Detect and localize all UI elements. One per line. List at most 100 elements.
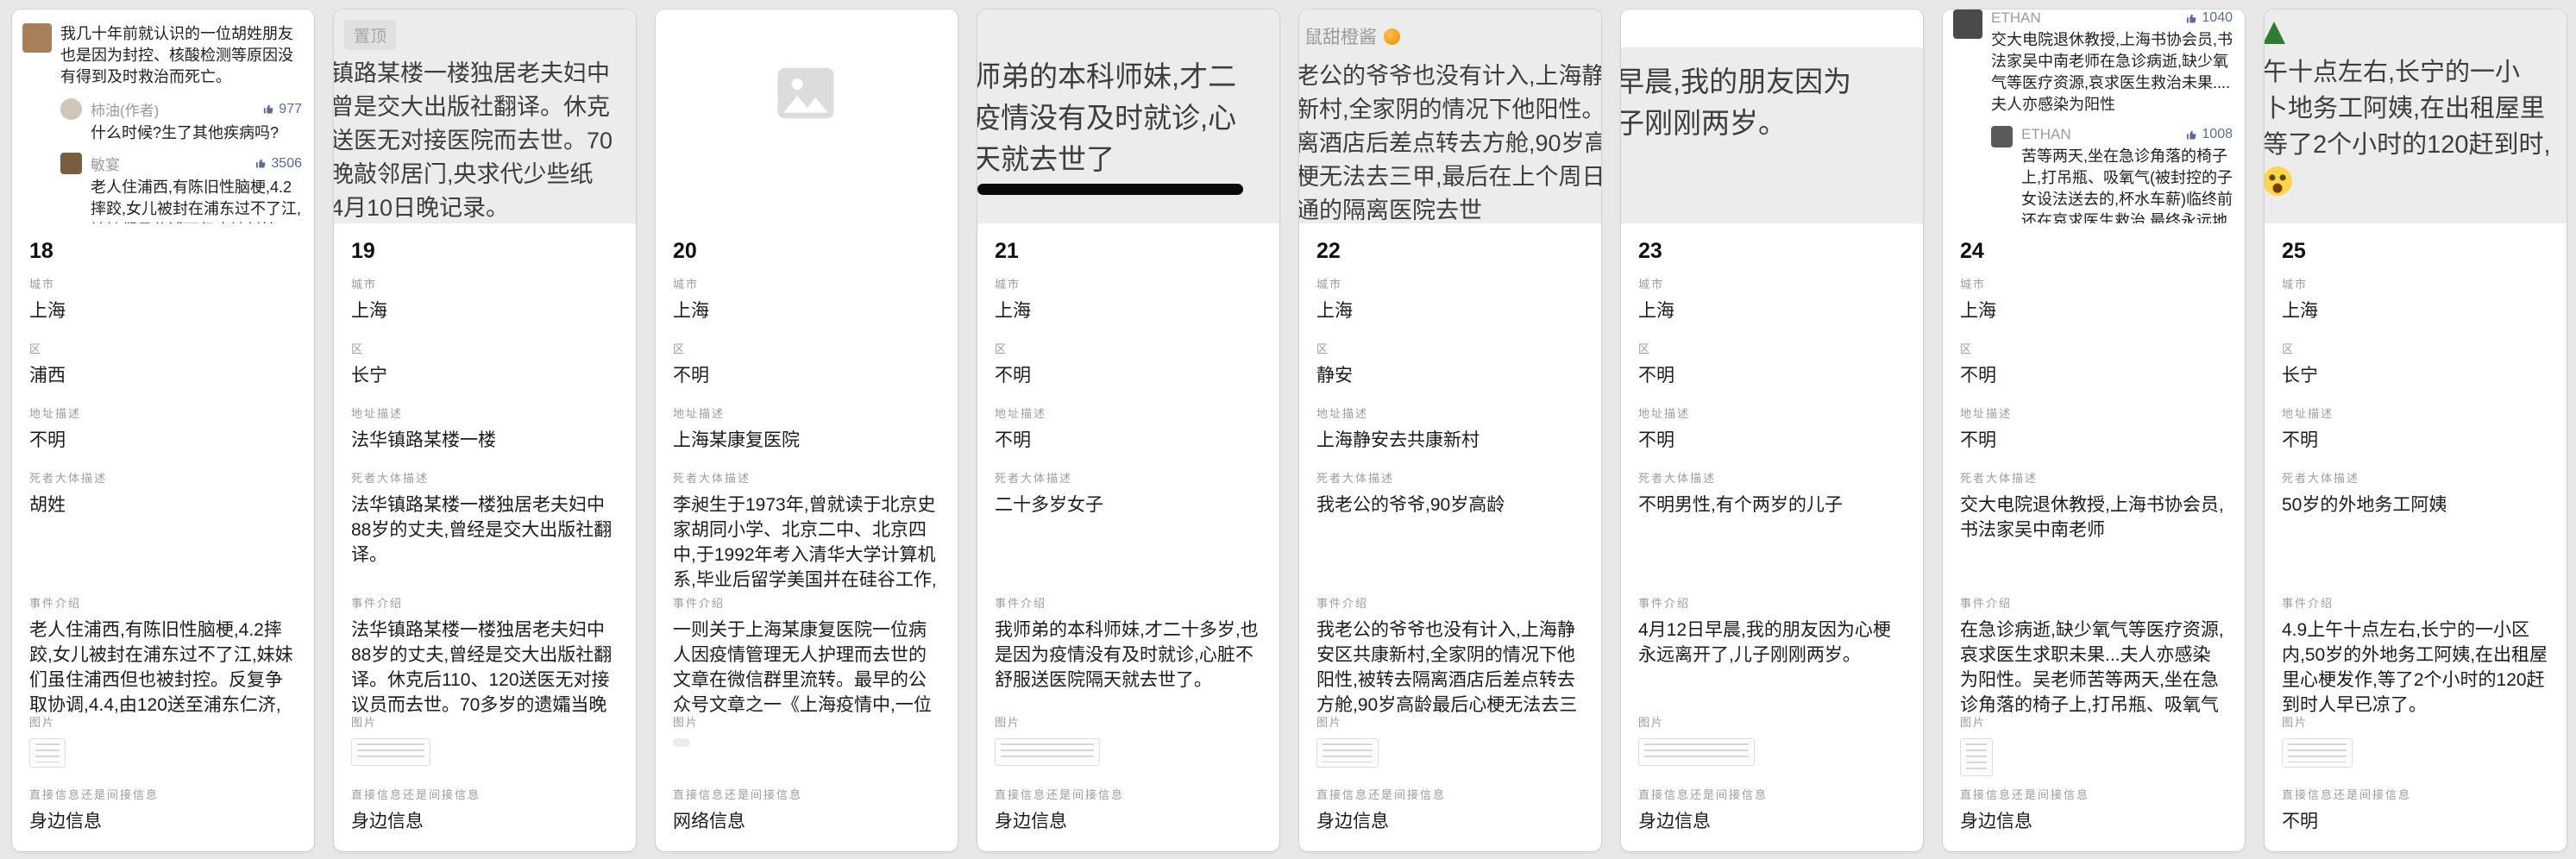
death-record-card[interactable]: 早晨,我的朋友因为子刚刚两岁。 23 城市 上海 区 不明 地址描述 不明 死者…	[1621, 9, 1923, 851]
crying-face-icon	[2265, 166, 2292, 196]
field-value-deceased: 50岁的外地务工阿姨	[2282, 492, 2549, 517]
card-cover: ETHAN1040交大电院退休教授,上海书协会员,书法家吴中南老师在急诊病逝,缺…	[1943, 9, 2245, 223]
field-label-city: 城市	[673, 275, 940, 292]
field-label-event: 事件介绍	[351, 594, 619, 611]
field-value-address: 不明	[1638, 428, 1906, 453]
image-thumbnail	[2282, 738, 2353, 768]
card-content: 20 城市 上海 区 不明 地址描述 上海某康复医院 死者大体描述 李昶生于19…	[656, 223, 958, 851]
card-cover: 置顶镇路某楼一楼独居老夫妇中曾是交大出版社翻译。休克送医无对接医院而去世。70晚…	[334, 9, 636, 223]
field-label-direct: 直接信息还是间接信息	[995, 786, 1262, 802]
death-record-card[interactable]: 我几十年前就认识的一位胡姓朋友也是因为封控、核酸检测等原因没有得到及时救治而死亡…	[12, 9, 314, 851]
comment-text: 苦等两天,坐在急诊角落的椅子上,打吊瓶、吸氧气(被封控的子女设法送去的,杯水车薪…	[2021, 146, 2233, 223]
crying-emoji-line	[2265, 163, 2561, 206]
cover-text-line: 老公的爷爷也没有计入,上海静	[1299, 60, 1596, 93]
field-deceased: 死者大体描述 法华镇路某楼一楼独居老夫妇中88岁的丈夫,曾经是交大出版社翻译。	[351, 469, 619, 594]
field-value-address: 不明	[995, 428, 1262, 453]
cover-main-comment: ETHAN1040交大电院退休教授,上海书协会员,书法家吴中南老师在急诊病逝,缺…	[1953, 9, 2233, 116]
like-icon	[254, 157, 267, 170]
field-district: 区 长宁	[2282, 340, 2549, 404]
field-image: 图片	[1316, 713, 1584, 786]
cover-text-line: 梗无法去三甲,最后在上个周日	[1299, 160, 1596, 194]
cover-reply-comment: ETHAN1008苦等两天,坐在急诊角落的椅子上,打吊瓶、吸氧气(被封控的子女设…	[1991, 126, 2233, 223]
image-thumbnail	[995, 738, 1100, 766]
field-value-district: 不明	[1638, 363, 1906, 388]
field-district: 区 不明	[1638, 340, 1906, 404]
field-label-direct: 直接信息还是间接信息	[1316, 786, 1584, 802]
field-label-direct: 直接信息还是间接信息	[1960, 786, 2227, 802]
cover-text-line: 疫情没有及时就诊,心	[977, 97, 1276, 139]
comment-text: 什么时候?生了其他疾病吗?	[91, 122, 302, 144]
card-content: 18 城市 上海 区 浦西 地址描述 不明 死者大体描述 胡姓 事件介绍 老人住…	[12, 223, 314, 851]
field-city: 城市 上海	[29, 275, 297, 340]
field-value-direct: 网络信息	[673, 809, 940, 834]
cover-text: 镇路某楼一楼独居老夫妇中曾是交大出版社翻译。休克送医无对接医院而去世。70晚敲邻…	[334, 50, 636, 223]
cover-text-line: 送医无对接医院而去世。70	[334, 124, 631, 158]
field-label-event: 事件介绍	[2282, 594, 2549, 611]
like-count-group: 3506	[254, 156, 302, 172]
field-value-city: 上海	[29, 298, 297, 323]
field-label-district: 区	[673, 340, 940, 356]
field-district: 区 不明	[995, 340, 1262, 404]
field-label-event: 事件介绍	[1960, 594, 2227, 611]
commenter-name: ETHAN	[1991, 9, 2041, 27]
field-city: 城市 上海	[1960, 275, 2227, 340]
cover-text-line: 离酒店后差点转去方舱,90岁高	[1299, 127, 1596, 160]
field-label-event: 事件介绍	[673, 594, 940, 611]
field-image: 图片	[1960, 713, 2227, 786]
field-value-deceased: 二十多岁女子	[995, 492, 1262, 517]
cover-text-line: 4月10日晚记录。	[334, 191, 631, 223]
death-record-card[interactable]: ETHAN1040交大电院退休教授,上海书协会员,书法家吴中南老师在急诊病逝,缺…	[1943, 9, 2245, 851]
field-label-image: 图片	[1638, 713, 1906, 730]
death-record-card[interactable]: 师弟的本科师妹,才二疫情没有及时就诊,心天就去世了 21 城市 上海 区 不明 …	[977, 9, 1279, 851]
field-value-deceased: 交大电院退休教授,上海书协会员,书法家吴中南老师	[1960, 492, 2227, 542]
cover-reply-comment: 柿油(作者)977什么时候?生了其他疾病吗?	[60, 98, 302, 144]
death-record-card[interactable]: 置顶镇路某楼一楼独居老夫妇中曾是交大出版社翻译。休克送医无对接医院而去世。70晚…	[334, 9, 636, 851]
field-direct: 直接信息还是间接信息 身边信息	[351, 786, 619, 834]
field-deceased: 死者大体描述 50岁的外地务工阿姨	[2282, 469, 2549, 594]
cover-text: 午十点左右,长宁的一小卜地务工阿姨,在出租屋里等了2个小时的120赶到时,	[2265, 9, 2567, 206]
field-district: 区 浦西	[29, 340, 297, 404]
field-district: 区 不明	[673, 340, 940, 404]
field-direct: 直接信息还是间接信息 不明	[2282, 786, 2549, 834]
field-value-direct: 身边信息	[351, 809, 619, 834]
field-value-address: 不明	[1960, 428, 2227, 453]
field-district: 区 长宁	[351, 340, 619, 404]
field-label-address: 地址描述	[1316, 404, 1584, 421]
field-address: 地址描述 不明	[1960, 404, 2227, 469]
field-value-direct: 身边信息	[995, 809, 1262, 834]
field-direct: 直接信息还是间接信息 身边信息	[1638, 786, 1906, 834]
field-label-direct: 直接信息还是间接信息	[351, 786, 619, 802]
field-city: 城市 上海	[673, 275, 940, 340]
like-count: 3506	[271, 156, 302, 172]
card-content: 24 城市 上海 区 不明 地址描述 不明 死者大体描述 交大电院退休教授,上海…	[1943, 223, 2245, 851]
card-number: 19	[351, 237, 619, 275]
death-record-card[interactable]: 20 城市 上海 区 不明 地址描述 上海某康复医院 死者大体描述 李昶生于19…	[656, 9, 958, 851]
field-value-district: 不明	[995, 363, 1262, 388]
cover-author-name: 鼠甜橙酱	[1304, 23, 1377, 49]
field-address: 地址描述 不明	[1638, 404, 1906, 469]
field-value-event: 我师弟的本科师妹,才二十多岁,也是因为疫情没有及时就诊,心脏不舒服送医院隔天就去…	[995, 618, 1262, 693]
field-label-direct: 直接信息还是间接信息	[29, 786, 297, 802]
field-deceased: 死者大体描述 胡姓	[29, 469, 297, 594]
field-label-city: 城市	[2282, 275, 2549, 292]
field-value-direct: 身边信息	[29, 809, 297, 834]
field-event: 事件介绍 我师弟的本科师妹,才二十多岁,也是因为疫情没有及时就诊,心脏不舒服送医…	[995, 594, 1262, 713]
field-value-district: 不明	[673, 363, 940, 388]
field-value-event: 4月12日早晨,我的朋友因为心梗永远离开了,儿子刚刚两岁。	[1638, 618, 1906, 668]
tree-icon	[2265, 22, 2285, 44]
card-number: 25	[2282, 237, 2549, 275]
field-district: 区 不明	[1960, 340, 2227, 404]
commenter-avatar	[1991, 126, 2013, 147]
field-label-direct: 直接信息还是间接信息	[2282, 786, 2549, 802]
card-cover: 午十点左右,长宁的一小卜地务工阿姨,在出租屋里等了2个小时的120赶到时,	[2265, 9, 2567, 223]
field-label-district: 区	[1316, 340, 1584, 356]
death-record-card[interactable]: 鼠甜橙酱老公的爷爷也没有计入,上海静新村,全家阴的情况下他阳性。离酒店后差点转去…	[1299, 9, 1601, 851]
death-record-card[interactable]: 午十点左右,长宁的一小卜地务工阿姨,在出租屋里等了2个小时的120赶到时, 25…	[2265, 9, 2567, 851]
field-label-city: 城市	[1316, 275, 1584, 292]
image-thumbnail	[1316, 738, 1379, 768]
card-content: 19 城市 上海 区 长宁 地址描述 法华镇路某楼一楼 死者大体描述 法华镇路某…	[334, 223, 636, 851]
pinned-badge: 置顶	[344, 20, 396, 50]
commenter-avatar	[60, 98, 82, 120]
field-event: 事件介绍 我老公的爷爷也没有计入,上海静安区共康新村,全家阴的情况下他阳性,被转…	[1316, 594, 1584, 713]
like-count: 1008	[2202, 127, 2233, 142]
